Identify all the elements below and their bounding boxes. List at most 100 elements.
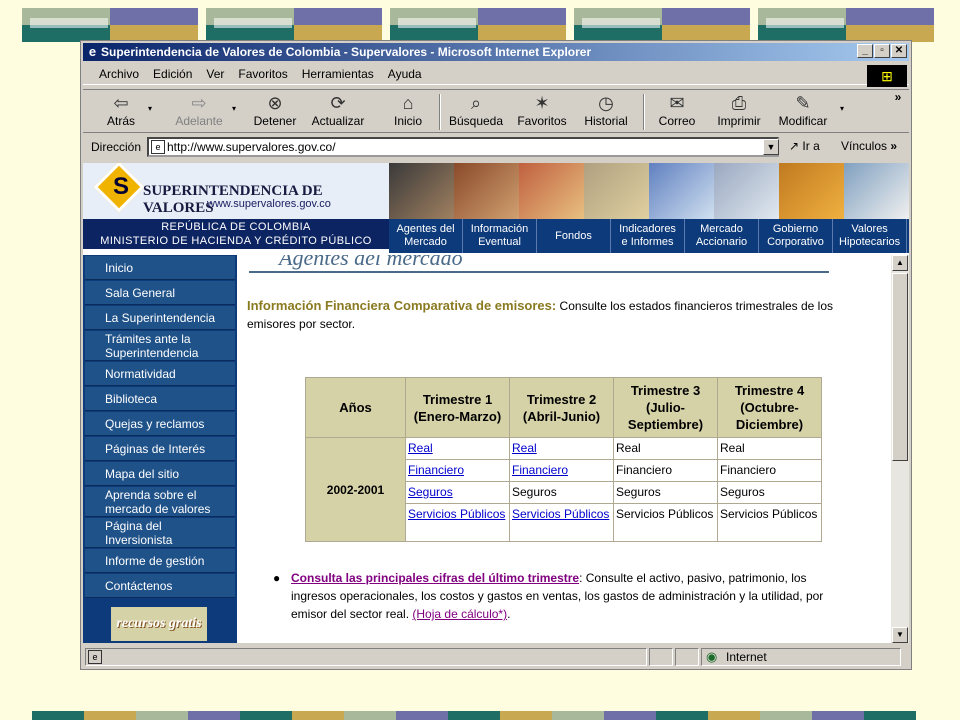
vertical-scrollbar[interactable]: ▲ ▼ bbox=[891, 255, 909, 643]
link-financiero-t1[interactable]: Financiero bbox=[408, 463, 464, 477]
menu-edicion[interactable]: Edición bbox=[153, 67, 192, 81]
stop-icon: ⊗ bbox=[267, 93, 283, 113]
link-real-t2[interactable]: Real bbox=[512, 441, 537, 455]
menu-ayuda[interactable]: Ayuda bbox=[388, 67, 422, 81]
printer-icon: ⎙ bbox=[731, 93, 747, 113]
photo-houses bbox=[844, 163, 909, 219]
search-button[interactable]: ⌕ Búsqueda bbox=[445, 92, 507, 128]
decorative-bottom-block bbox=[708, 711, 760, 720]
nav-fondos[interactable]: Fondos bbox=[537, 219, 611, 253]
status-cell bbox=[675, 648, 699, 666]
bullet-paragraph: ● Consulta las principales cifras del úl… bbox=[273, 571, 824, 621]
recursos-gratis-logo[interactable]: recursos gratis bbox=[111, 607, 207, 641]
nav-valores-hipotecarios[interactable]: Valores Hipotecarios bbox=[833, 219, 907, 253]
status-cell bbox=[649, 648, 673, 666]
nav-gobierno-corporativo[interactable]: Gobierno Corporativo bbox=[759, 219, 833, 253]
photo-chart bbox=[649, 163, 714, 219]
sidebar-item-contactenos[interactable]: Contáctenos bbox=[85, 574, 235, 598]
logo-area[interactable]: S SUPERINTENDENCIA DE VALORES www.superv… bbox=[83, 163, 389, 219]
photo-documents bbox=[584, 163, 649, 219]
sidebar-item-biblioteca[interactable]: Biblioteca bbox=[85, 387, 235, 411]
edit-button[interactable]: ✎ Modificar bbox=[773, 92, 833, 128]
link-servicios-t1[interactable]: Servicios Públicos bbox=[408, 507, 505, 521]
history-icon: ◷ bbox=[598, 93, 614, 113]
forward-button[interactable]: ⇨ Adelante bbox=[169, 92, 229, 128]
back-dropdown-icon[interactable]: ▾ bbox=[145, 104, 155, 113]
sidebar-item-sala-general[interactable]: Sala General bbox=[85, 281, 235, 305]
link-servicios-t2[interactable]: Servicios Públicos bbox=[512, 507, 609, 521]
sidebar-item-aprenda[interactable]: Aprenda sobre el mercado de valores bbox=[85, 487, 235, 517]
decorative-bottom-block bbox=[552, 711, 604, 720]
header-trimestre-1: Trimestre 1 (Enero-Marzo) bbox=[405, 377, 510, 438]
nav-informacion-eventual[interactable]: Información Eventual bbox=[463, 219, 537, 253]
history-button[interactable]: ◷ Historial bbox=[577, 92, 635, 128]
top-navigation: Agentes del Mercado Información Eventual F… bbox=[389, 219, 909, 253]
refresh-button[interactable]: ⟳ Actualizar bbox=[305, 92, 371, 128]
decorative-bottom-block bbox=[188, 711, 240, 720]
links-button[interactable]: Vínculos » bbox=[841, 139, 897, 153]
forward-arrow-icon: ⇨ bbox=[191, 93, 207, 113]
back-button[interactable]: ⇦ Atrás bbox=[97, 92, 145, 128]
decorative-bottom-block bbox=[292, 711, 344, 720]
site-url: www.supervalores.gov.co bbox=[207, 198, 331, 210]
decorative-bottom-block bbox=[240, 711, 292, 720]
link-real-t1[interactable]: Real bbox=[408, 441, 433, 455]
refresh-icon: ⟳ bbox=[330, 93, 346, 113]
edit-dropdown-icon[interactable]: ▾ bbox=[837, 104, 847, 113]
maximize-button[interactable]: ▫ bbox=[874, 44, 890, 58]
address-dropdown-icon[interactable]: ▼ bbox=[763, 139, 779, 155]
section-heading: Agentes del mercado bbox=[279, 255, 463, 270]
print-button[interactable]: ⎙ Imprimir bbox=[711, 92, 767, 128]
page-icon: e bbox=[151, 140, 165, 154]
link-seguros-t1[interactable]: Seguros bbox=[408, 485, 453, 499]
forward-dropdown-icon[interactable]: ▾ bbox=[229, 104, 239, 113]
scroll-thumb[interactable] bbox=[892, 273, 908, 461]
sidebar-item-inicio[interactable]: Inicio bbox=[85, 256, 235, 280]
close-button[interactable]: ✕ bbox=[891, 44, 907, 58]
cifras-link[interactable]: Consulta las principales cifras del últi… bbox=[291, 571, 579, 585]
photo-man bbox=[454, 163, 519, 219]
home-button[interactable]: ⌂ Inicio bbox=[385, 92, 431, 128]
ministry-label: REPÚBLICA DE COLOMBIA MINISTERIO DE HACI… bbox=[83, 219, 389, 249]
ie-icon: e bbox=[88, 44, 97, 59]
go-button[interactable]: ↗ Ir a bbox=[789, 139, 820, 153]
zone-label: Internet bbox=[726, 650, 767, 664]
toolbar-more-button[interactable]: » bbox=[891, 90, 905, 104]
scroll-up-icon[interactable]: ▲ bbox=[892, 255, 908, 271]
address-input[interactable]: e http://www.supervalores.gov.co/ bbox=[147, 137, 779, 157]
cell-servicios-t4: Servicios Públicos bbox=[717, 503, 822, 542]
menu-ver[interactable]: Ver bbox=[206, 67, 224, 81]
sidebar-item-mapa-sitio[interactable]: Mapa del sitio bbox=[85, 462, 235, 486]
decorative-bottom-block bbox=[760, 711, 812, 720]
home-icon: ⌂ bbox=[402, 93, 414, 113]
decorative-bottom-block bbox=[656, 711, 708, 720]
menu-favoritos[interactable]: Favoritos bbox=[238, 67, 287, 81]
nav-mercado-accionario[interactable]: Mercado Accionario bbox=[685, 219, 759, 253]
scroll-down-icon[interactable]: ▼ bbox=[892, 627, 908, 643]
hoja-calculo-link[interactable]: (Hoja de cálculo*) bbox=[412, 607, 507, 621]
link-financiero-t2[interactable]: Financiero bbox=[512, 463, 568, 477]
photo-building bbox=[779, 163, 844, 219]
sidebar-item-tramites[interactable]: Trámites ante la Superintendencia bbox=[85, 331, 235, 361]
sidebar-item-informe-gestion[interactable]: Informe de gestión bbox=[85, 549, 235, 573]
sidebar-item-quejas[interactable]: Quejas y reclamos bbox=[85, 412, 235, 436]
sidebar-item-inversionista[interactable]: Página del Inversionista bbox=[85, 518, 235, 548]
sidebar-item-paginas-interes[interactable]: Páginas de Interés bbox=[85, 437, 235, 461]
decorative-block bbox=[22, 8, 198, 42]
nav-indicadores[interactable]: Indicadores e Informes bbox=[611, 219, 685, 253]
decorative-block bbox=[390, 8, 566, 42]
banner-photos bbox=[389, 163, 909, 219]
mail-icon: ✉ bbox=[669, 93, 685, 113]
sidebar-item-la-superintendencia[interactable]: La Superintendencia bbox=[85, 306, 235, 330]
sidebar-item-normatividad[interactable]: Normatividad bbox=[85, 362, 235, 386]
menu-herramientas[interactable]: Herramientas bbox=[302, 67, 374, 81]
minimize-button[interactable]: _ bbox=[857, 44, 873, 58]
nav-agentes-mercado[interactable]: Agentes del Mercado bbox=[389, 219, 463, 253]
cell-seguros-t4: Seguros bbox=[717, 481, 822, 504]
table-header-row: Años Trimestre 1 (Enero-Marzo) Trimestre… bbox=[305, 377, 822, 438]
cell-servicios-t3: Servicios Públicos bbox=[613, 503, 718, 542]
menu-archivo[interactable]: Archivo bbox=[99, 67, 139, 81]
favorites-button[interactable]: ✶ Favoritos bbox=[513, 92, 571, 128]
mail-button[interactable]: ✉ Correo bbox=[651, 92, 703, 128]
stop-button[interactable]: ⊗ Detener bbox=[249, 92, 301, 128]
